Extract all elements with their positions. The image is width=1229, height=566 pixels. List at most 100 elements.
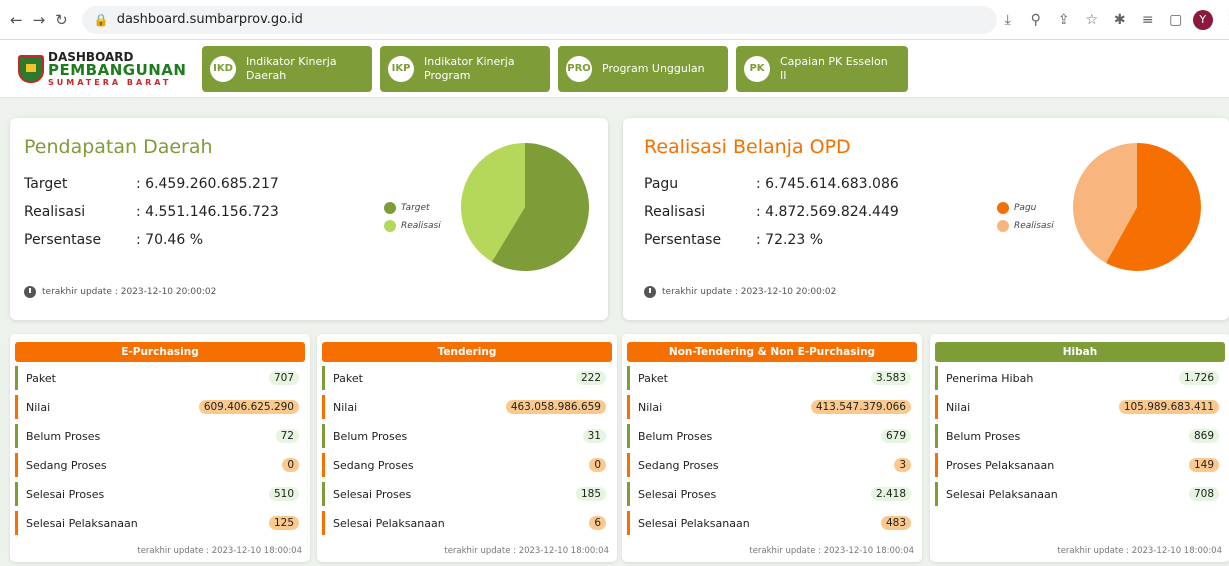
row-value: 1.726 <box>1178 371 1219 385</box>
row-value: 510 <box>268 487 299 501</box>
row-value: 125 <box>268 516 299 530</box>
row-label: Belum Proses <box>333 429 408 443</box>
card-row: Belum Proses 679 <box>627 424 917 448</box>
extensions-icon[interactable]: ✱ <box>1109 12 1131 28</box>
card-row: Selesai Pelaksanaan 125 <box>15 511 305 535</box>
legend-swatch <box>997 202 1009 214</box>
row-persentase: Persentase : 70.46 % <box>24 232 203 248</box>
menu-icon[interactable]: ⋮ <box>1219 12 1229 28</box>
card-e-purchasing: E-Purchasing Paket 707 Nilai 609.406.625.290… <box>10 334 310 562</box>
row-label: Target <box>24 176 68 192</box>
card-row: Nilai 609.406.625.290 <box>15 395 305 419</box>
row-label: Selesai Pelaksanaan <box>946 487 1058 501</box>
panel-title: Pendapatan Daerah <box>24 136 213 158</box>
row-value: 483 <box>880 516 911 530</box>
card-hibah: Hibah Penerima Hibah 1.726 Nilai 105.989.683… <box>930 334 1229 562</box>
row-value: 31 <box>582 429 606 443</box>
row-value: 0 <box>282 458 299 472</box>
row-value: 222 <box>575 371 606 385</box>
nav-label: Indikator Kinerja Daerah <box>246 54 337 82</box>
reload-icon[interactable]: ↻ <box>55 11 68 29</box>
legend-item[interactable]: Pagu <box>997 202 1054 214</box>
row-label: Proses Pelaksanaan <box>946 458 1055 472</box>
row-realisasi: Realisasi: 4.872.569.824.449 <box>644 204 899 220</box>
legend-swatch <box>384 202 396 214</box>
row-label: Persentase <box>24 232 102 248</box>
row-value: 3.583 <box>870 371 911 385</box>
card-row: Selesai Pelaksanaan 708 <box>935 482 1225 506</box>
row-label: Paket <box>638 371 668 385</box>
logo-line2: PEMBANGUNAN <box>48 60 187 79</box>
row-value: 679 <box>880 429 911 443</box>
legend-item[interactable]: Realisasi <box>997 220 1054 232</box>
card-row: Selesai Proses 510 <box>15 482 305 506</box>
row-label: Realisasi <box>24 204 86 220</box>
reading-list-icon[interactable]: ≡ <box>1137 12 1159 28</box>
card-tendering: Tendering Paket 222 Nilai 463.058.986.659 Bel… <box>317 334 617 562</box>
share-icon[interactable]: ⇪ <box>1053 12 1075 28</box>
nav-ikd[interactable]: IKD Indikator Kinerja Daerah <box>202 45 372 92</box>
row-value: 707 <box>268 371 299 385</box>
back-icon[interactable]: ← <box>10 11 23 29</box>
row-label: Paket <box>26 371 56 385</box>
card-update: terakhir update : 2023-12-10 18:00:04 <box>749 546 914 556</box>
row-value: 3 <box>894 458 911 472</box>
row-persentase: Persentase: 72.23 % <box>644 232 823 248</box>
row-label: Nilai <box>946 400 971 414</box>
profile-avatar[interactable]: Y <box>1192 9 1213 30</box>
card-header: Non-Tendering & Non E-Purchasing <box>627 342 917 362</box>
forward-icon[interactable]: → <box>33 11 46 29</box>
clock-icon <box>644 286 656 298</box>
card-header: Tendering <box>322 342 612 362</box>
zoom-icon[interactable]: ⚲ <box>1025 12 1047 28</box>
row-value: : 6.459.260.685.217 <box>136 176 279 192</box>
card-non-tendering-non-e-purchasing: Non-Tendering & Non E-Purchasing Paket 3.5… <box>622 334 922 562</box>
pendapatan-pie-chart <box>461 143 589 271</box>
card-row: Penerima Hibah 1.726 <box>935 366 1225 390</box>
card-header: E-Purchasing <box>15 342 305 362</box>
address-bar[interactable]: 🔒 dashboard.sumbarprov.go.id <box>81 5 997 34</box>
row-label: Sedang Proses <box>26 458 107 472</box>
row-value: : 4.551.146.156.723 <box>136 204 279 220</box>
nav-ikp[interactable]: IKP Indikator Kinerja Program <box>380 45 550 92</box>
card-row: Paket 3.583 <box>627 366 917 390</box>
card-row: Nilai 413.547.379.066 <box>627 395 917 419</box>
card-row: Selesai Proses 185 <box>322 482 612 506</box>
row-value: 463.058.986.659 <box>505 400 606 414</box>
side-panel-icon[interactable]: ▢ <box>1165 12 1187 28</box>
browser-toolbar: ← → ↻ 🔒 dashboard.sumbarprov.go.id ⤓ ⚲ ⇪… <box>0 0 1229 40</box>
card-row: Paket 707 <box>15 366 305 390</box>
row-value: : 70.46 % <box>136 232 203 248</box>
row-value: 869 <box>1188 429 1219 443</box>
dashboard-logo[interactable]: DASHBOARD PEMBANGUNAN SUMATERA BARAT <box>18 51 188 87</box>
nav-pk[interactable]: PK Capaian PK Esselon II <box>736 45 908 92</box>
pie-legend: Pagu Realisasi <box>997 202 1054 238</box>
legend-item[interactable]: Realisasi <box>384 220 441 232</box>
province-emblem-icon <box>18 54 44 83</box>
legend-label: Pagu <box>1014 203 1037 213</box>
nav-pro[interactable]: PRO Program Unggulan <box>558 45 728 92</box>
bookmark-star-icon[interactable]: ☆ <box>1081 12 1103 28</box>
last-update: terakhir update : 2023-12-10 20:00:02 <box>644 286 836 298</box>
row-value: 609.406.625.290 <box>198 400 299 414</box>
row-value: 72 <box>275 429 299 443</box>
row-label: Selesai Proses <box>333 487 412 501</box>
card-row: Sedang Proses 0 <box>15 453 305 477</box>
legend-swatch <box>384 220 396 232</box>
row-label: Pagu <box>644 176 679 192</box>
url-text: dashboard.sumbarprov.go.id <box>116 12 303 27</box>
card-row: Nilai 105.989.683.411 <box>935 395 1225 419</box>
card-update: terakhir update : 2023-12-10 18:00:04 <box>1057 546 1222 556</box>
card-row: Sedang Proses 0 <box>322 453 612 477</box>
legend-label: Realisasi <box>401 221 441 231</box>
legend-label: Realisasi <box>1014 221 1054 231</box>
install-icon[interactable]: ⤓ <box>997 12 1019 28</box>
legend-item[interactable]: Target <box>384 202 441 214</box>
row-label: Nilai <box>26 400 51 414</box>
row-value: 2.418 <box>870 487 911 501</box>
update-text: terakhir update : 2023-12-10 20:00:02 <box>662 287 837 297</box>
row-realisasi: Realisasi : 4.551.146.156.723 <box>24 204 279 220</box>
row-value: 185 <box>575 487 606 501</box>
legend-label: Target <box>401 203 430 213</box>
legend-swatch <box>997 220 1009 232</box>
